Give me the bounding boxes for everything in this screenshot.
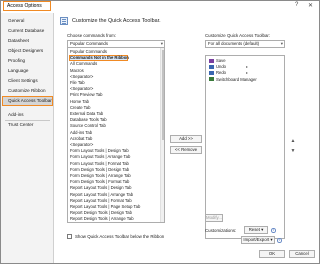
command-option[interactable]: <Separator> <box>70 86 93 92</box>
undo-icon <box>209 65 214 69</box>
show-below-ribbon-checkbox[interactable] <box>67 234 72 239</box>
command-option[interactable]: File Tab <box>70 80 85 86</box>
command-option[interactable]: External Data Tab <box>70 111 103 117</box>
customize-toolbar-dropdown[interactable]: For all documents (default) ▾ <box>205 40 285 48</box>
nav-item-add-ins[interactable]: Add-ins <box>1 110 54 120</box>
nav-item-quick-access-toolbar[interactable]: Quick Access Toolbar <box>1 96 54 106</box>
nav-item-current-database[interactable]: Current Database <box>1 26 54 36</box>
command-option[interactable]: Form Layout Tools | Arrange Tab <box>70 154 130 160</box>
command-option[interactable]: Commands Not in the Ribbon <box>70 55 129 61</box>
add-button[interactable]: Add >> <box>170 135 202 143</box>
quick-access-toolbar-icon <box>60 17 68 25</box>
command-option[interactable]: Acrobat Tab <box>70 136 92 142</box>
nav-item-customize-ribbon[interactable]: Customize Ribbon <box>1 86 54 96</box>
info-icon: i <box>277 238 282 243</box>
command-option[interactable]: Macros <box>70 68 84 74</box>
command-option[interactable]: Report Layout Tools | Format Tab <box>70 198 132 204</box>
command-option[interactable]: Report Design Tools | Design Tab <box>70 210 132 216</box>
customize-toolbar-label: Customize Quick Access Toolbar: <box>205 33 271 38</box>
customize-toolbar-value: For all documents (default) <box>208 41 260 46</box>
move-up-button[interactable]: ▲ <box>290 138 296 145</box>
command-option[interactable]: Report Layout Tools | Arrange Tab <box>70 192 133 198</box>
nav-item-object-designers[interactable]: Object Designers <box>1 46 54 56</box>
window-title: Access Options <box>7 3 42 9</box>
command-option[interactable]: <Separator> <box>70 142 93 148</box>
show-below-ribbon-label: Show Quick Access Toolbar below the Ribb… <box>75 234 165 239</box>
redo-icon <box>209 71 214 76</box>
command-option[interactable]: Form Design Tools | Format Tab <box>70 179 129 185</box>
command-option[interactable]: Form Layout Tools | Design Tab <box>70 148 129 154</box>
info-icon: i <box>271 228 276 233</box>
choose-commands-value: Popular Commands <box>70 41 108 46</box>
chevron-right-icon: ▸ <box>246 64 249 70</box>
options-navigation: General Current Database Datasheet Objec… <box>1 13 54 263</box>
command-option[interactable]: Create Tab <box>70 105 90 111</box>
nav-item-datasheet[interactable]: Datasheet <box>1 36 54 46</box>
toolbar-item[interactable]: Save <box>216 58 226 64</box>
commands-list[interactable]: Popular Commands Commands Not in the Ribb… <box>67 47 165 223</box>
customizations-label: Customizations: <box>205 228 237 233</box>
nav-item-general[interactable]: General <box>1 16 54 26</box>
import-export-button[interactable]: Import/Export ▾ <box>241 236 275 244</box>
command-option[interactable]: All Commands <box>70 61 97 67</box>
modify-button[interactable]: Modify... <box>205 214 223 222</box>
chevron-right-icon: ▸ <box>246 70 249 76</box>
switchboard-icon <box>209 77 214 82</box>
help-button[interactable]: ? <box>295 2 298 8</box>
nav-item-trust-center[interactable]: Trust Center <box>1 120 54 130</box>
command-option[interactable]: Home Tab <box>70 99 89 105</box>
nav-item-client-settings[interactable]: Client Settings <box>1 76 54 86</box>
ok-button[interactable]: OK <box>259 250 285 258</box>
move-down-button[interactable]: ▼ <box>290 148 296 155</box>
command-option[interactable]: Source Control Tab <box>70 123 106 129</box>
command-option[interactable]: Report Layout Tools | Page Setup Tab <box>70 204 140 210</box>
command-option[interactable]: Report Layout Tools | Design Tab <box>70 185 131 191</box>
command-option[interactable]: Form Design Tools | Arrange Tab <box>70 173 131 179</box>
command-option[interactable]: Database Tools Tab <box>70 117 107 123</box>
command-option[interactable]: Form Layout Tools | Format Tab <box>70 161 129 167</box>
chevron-down-icon: ▾ <box>280 41 283 46</box>
toolbar-item[interactable]: Undo <box>216 64 226 70</box>
save-icon <box>209 58 214 63</box>
command-option[interactable]: Form Design Tools | Design Tab <box>70 167 129 173</box>
commands-list-scrollbar[interactable] <box>160 48 164 222</box>
command-option[interactable]: Add-ins Tab <box>70 130 92 136</box>
toolbar-item[interactable]: Redo <box>216 70 226 76</box>
command-option[interactable]: Report Design Tools | Arrange Tab <box>70 216 134 222</box>
nav-item-proofing[interactable]: Proofing <box>1 56 54 66</box>
close-button[interactable]: ✕ <box>308 2 313 9</box>
page-title: Customize the Quick Access Toolbar. <box>72 18 161 24</box>
toolbar-items-list[interactable]: Save Undo ▸ Redo ▸ Switchboard Manager <box>205 55 285 239</box>
remove-button[interactable]: << Remove <box>170 146 202 154</box>
cancel-button[interactable]: Cancel <box>289 250 315 258</box>
toolbar-item[interactable]: Switchboard Manager <box>216 77 257 83</box>
scrollbar-thumb[interactable] <box>161 50 164 140</box>
nav-item-language[interactable]: Language <box>1 66 54 76</box>
choose-commands-label: Choose commands from: <box>67 33 117 38</box>
command-option[interactable]: Popular Commands <box>70 49 107 55</box>
reset-button[interactable]: Reset ▾ <box>244 226 268 234</box>
command-option[interactable]: Print Preview Tab <box>70 92 103 98</box>
command-option[interactable]: <Separator> <box>70 74 93 80</box>
